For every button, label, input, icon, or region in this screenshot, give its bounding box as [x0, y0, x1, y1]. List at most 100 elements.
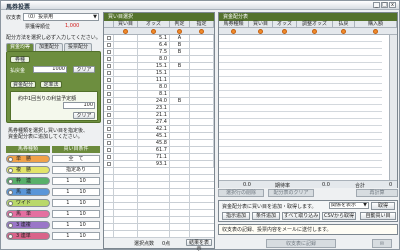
selection-row[interactable]: 7.5 B — [104, 49, 214, 56]
selection-row[interactable]: 71.1 — [104, 154, 214, 161]
sort-icon[interactable] — [151, 29, 156, 34]
condition-add-button[interactable]: 条件追加 — [252, 212, 280, 220]
row-checkbox[interactable] — [107, 71, 111, 75]
row-checkbox[interactable] — [107, 106, 111, 110]
col-payout: 払戻 — [333, 21, 355, 28]
selection-row[interactable]: 21.1 — [104, 112, 214, 119]
row-checkbox[interactable] — [107, 127, 111, 131]
vertical-scrollbar[interactable] — [389, 35, 397, 180]
row-checkbox[interactable] — [107, 57, 111, 61]
range-clear-button[interactable]: クリア — [73, 112, 95, 119]
bet-type-button[interactable]: 券種 — [10, 56, 30, 63]
bet-type-button[interactable]: 枠 連 — [6, 177, 50, 185]
combination-cell — [114, 42, 138, 49]
bet-condition[interactable]: 1 10 — [52, 210, 100, 218]
selection-row[interactable]: 15.1 — [104, 70, 214, 77]
bet-type-button[interactable]: 複 勝 — [6, 166, 50, 174]
selection-row[interactable]: 61.7 — [104, 147, 214, 154]
bet-type-button[interactable]: 馬 連 — [6, 188, 50, 196]
fetch-button[interactable]: 取得 — [371, 202, 395, 210]
close-button[interactable]: x — [389, 2, 396, 8]
minimize-button[interactable]: _ — [373, 2, 380, 8]
show-result-button[interactable]: 結果を表示 — [186, 239, 212, 252]
row-checkbox[interactable] — [107, 43, 111, 47]
selection-row[interactable]: 45.1 — [104, 133, 214, 140]
row-check-cell — [104, 126, 114, 133]
sort-icon[interactable] — [199, 29, 204, 34]
selection-row[interactable]: 23.1 — [104, 105, 214, 112]
sort-icon[interactable] — [258, 29, 263, 34]
bet-type-button[interactable]: 馬 単 — [6, 210, 50, 218]
recalculate-button[interactable]: 再計算 — [356, 189, 398, 197]
sort-icon[interactable] — [312, 29, 317, 34]
selection-row[interactable]: 24.0 B — [104, 98, 214, 105]
row-checkbox[interactable] — [107, 141, 111, 145]
bet-type-button[interactable]: 単 勝 — [6, 155, 50, 163]
sort-icon[interactable] — [373, 29, 378, 34]
selection-row[interactable]: 8.1 — [104, 91, 214, 98]
bet-type-button[interactable]: ワイド — [6, 199, 50, 207]
selection-row[interactable]: 6.4 B — [104, 42, 214, 49]
clear-table-button[interactable]: 配分表のクリア — [268, 189, 314, 197]
delete-row-button[interactable]: 選択行の削除 — [218, 189, 264, 197]
row-checkbox[interactable] — [107, 50, 111, 54]
total-label: 合計 — [355, 183, 366, 189]
csv-import-button[interactable]: CSVから取得 — [322, 212, 356, 220]
bet-condition[interactable]: 1 10 — [52, 188, 100, 196]
sort-icon[interactable] — [123, 29, 128, 34]
row-checkbox[interactable] — [107, 113, 111, 117]
bet-condition[interactable]: 1 10 — [52, 199, 100, 207]
import-all-button[interactable]: すべて取り込み — [282, 212, 320, 220]
record-button[interactable]: 収支表に記録 — [266, 239, 336, 248]
row-checkbox[interactable] — [107, 162, 111, 166]
bet-condition[interactable]: 1 10 — [52, 177, 100, 185]
range-input[interactable]: 100 — [63, 102, 95, 109]
selection-row[interactable]: 27.4 — [104, 119, 214, 126]
show-relation-select[interactable]: 関係を表示 ▼ — [329, 202, 369, 209]
selection-row[interactable]: 8.0 — [104, 84, 214, 91]
row-checkbox[interactable] — [107, 92, 111, 96]
row-checkbox[interactable] — [107, 85, 111, 89]
selection-row[interactable]: 42.1 — [104, 126, 214, 133]
mail-icon[interactable]: ✉ — [372, 239, 392, 248]
amount-clear-button[interactable]: クリア — [73, 66, 95, 73]
bet-condition[interactable]: 1 10 — [52, 232, 100, 240]
instruction-add-button[interactable]: 指示追加 — [222, 212, 250, 220]
allocation-row — [219, 112, 382, 119]
combination-cell — [114, 112, 138, 119]
auto-bet-button[interactable]: 自動買い目 — [360, 212, 396, 220]
sort-icon[interactable] — [231, 29, 236, 34]
row-checkbox[interactable] — [107, 120, 111, 124]
row-checkbox[interactable] — [107, 148, 111, 152]
bet-type-button[interactable]: 3 連単 — [6, 232, 50, 240]
mode-label-button[interactable]: 資金配分 — [10, 81, 36, 88]
mode-value-button[interactable]: 定率法 — [40, 81, 62, 88]
race-select[interactable]: （0）投票用 ▼ — [23, 13, 99, 21]
selection-row[interactable]: 5.1 A — [104, 35, 214, 42]
maximize-button[interactable]: □ — [381, 2, 388, 8]
selection-row[interactable]: 8.0 — [104, 56, 214, 63]
row-checkbox[interactable] — [107, 64, 111, 68]
row-checkbox[interactable] — [107, 99, 111, 103]
tab-weighted[interactable]: 加重配分 — [35, 43, 63, 51]
row-checkbox[interactable] — [107, 36, 111, 40]
row-checkbox[interactable] — [107, 155, 111, 159]
row-checkbox[interactable] — [107, 78, 111, 82]
row-checkbox[interactable] — [107, 134, 111, 138]
sort-icon[interactable] — [282, 29, 287, 34]
tab-equal[interactable]: 資金均等 — [6, 43, 34, 51]
bet-type-button[interactable]: 3 連複 — [6, 221, 50, 229]
selection-row[interactable]: 45.8 — [104, 140, 214, 147]
expectation-label: 期待率 — [275, 183, 291, 189]
tab-vote[interactable]: 投票配分 — [64, 43, 92, 51]
selection-row[interactable]: 15.1 B — [104, 63, 214, 70]
radio-icon — [8, 234, 13, 239]
selection-row[interactable]: 11.1 — [104, 77, 214, 84]
amount-input[interactable]: 1000 — [33, 66, 67, 73]
bet-condition[interactable]: 1 10 — [52, 221, 100, 229]
sort-icon[interactable] — [341, 29, 346, 34]
bet-condition[interactable]: 指定あり — [52, 166, 100, 174]
selection-row[interactable]: 93.1 — [104, 161, 214, 168]
bet-condition[interactable]: 全 て — [52, 155, 100, 163]
sort-icon[interactable] — [177, 29, 182, 34]
